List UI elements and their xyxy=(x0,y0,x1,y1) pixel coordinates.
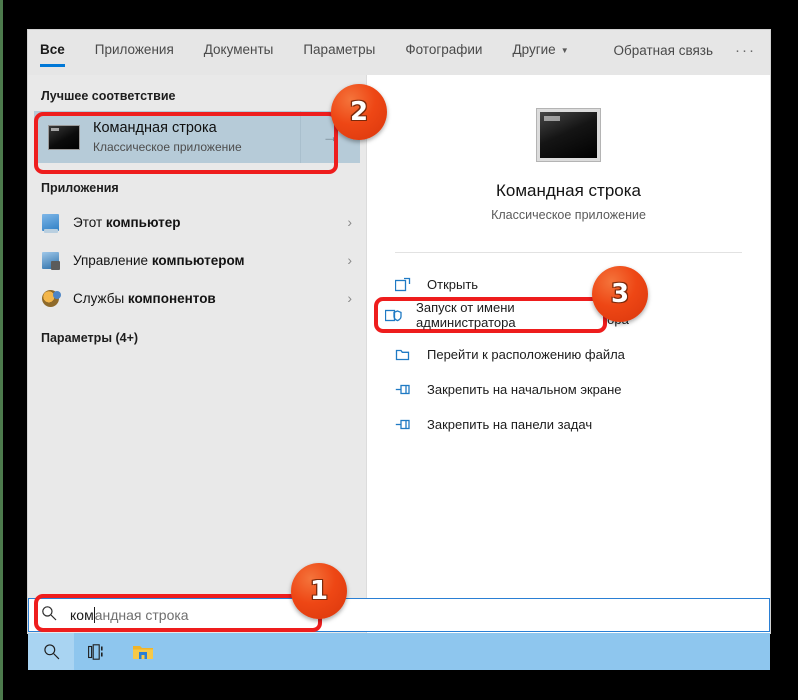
this-pc-icon xyxy=(42,213,59,233)
tab-more-label: Другие xyxy=(512,42,556,57)
tabbar-right-group: Обратная связь ··· xyxy=(614,42,770,59)
search-icon xyxy=(43,644,59,660)
annotation-admin-label-overlay: Запуск от имени администратора xyxy=(378,300,604,330)
flyout-body: Лучшее соответствие Командная строка Кла… xyxy=(28,75,770,633)
chevron-right-icon[interactable]: › xyxy=(347,290,352,306)
search-flyout: Все Приложения Документы Параметры Фотог… xyxy=(28,30,770,633)
annotation-badge-1: 1 xyxy=(291,563,347,619)
pin-icon xyxy=(395,417,413,433)
screenshot-root: Все Приложения Документы Параметры Фотог… xyxy=(0,0,798,700)
tab-more[interactable]: Другие ▼ xyxy=(512,42,568,67)
best-match-subtitle: Классическое приложение xyxy=(93,139,242,154)
settings-header: Параметры (4+) xyxy=(41,331,139,345)
open-window-icon xyxy=(395,277,413,293)
desktop-edge-strip xyxy=(0,0,3,700)
tab-photos-label: Фотографии xyxy=(405,42,483,57)
tab-all-label: Все xyxy=(40,42,65,57)
more-options-icon[interactable]: ··· xyxy=(735,42,756,59)
tab-settings-label: Параметры xyxy=(303,42,376,57)
list-item-this-pc[interactable]: Этот компьютер › xyxy=(28,203,366,241)
taskbar-task-view[interactable] xyxy=(74,633,120,670)
preview-icon-wrap xyxy=(367,75,770,161)
list-item-computer-management[interactable]: Управление компьютером › xyxy=(28,241,366,279)
results-pane: Лучшее соответствие Командная строка Кла… xyxy=(28,75,367,633)
best-match-header: Лучшее соответствие xyxy=(41,89,176,103)
computer-management-icon xyxy=(42,251,60,270)
tab-documents-label: Документы xyxy=(203,42,274,57)
action-pin-to-taskbar[interactable]: Закрепить на панели задач xyxy=(367,407,770,442)
taskbar-search[interactable] xyxy=(28,633,74,670)
file-explorer-icon xyxy=(133,646,153,659)
action-label: Открыть xyxy=(427,277,479,292)
list-item-label: Этот компьютер xyxy=(73,214,181,230)
best-match-title: Командная строка xyxy=(93,119,217,136)
folder-location-icon xyxy=(395,347,413,363)
list-item-label: Службы компонентов xyxy=(73,290,216,306)
list-item-component-services[interactable]: Службы компонентов › xyxy=(28,279,366,317)
tab-all[interactable]: Все xyxy=(40,42,65,67)
annotation-badge-3: 3 xyxy=(592,266,648,322)
search-input-text: ком андная строка xyxy=(70,607,189,623)
chevron-down-icon: ▼ xyxy=(560,45,569,55)
search-icon xyxy=(41,605,57,626)
chevron-right-icon[interactable]: › xyxy=(347,214,352,230)
component-services-icon xyxy=(42,289,61,307)
search-tabbar: Все Приложения Документы Параметры Фотог… xyxy=(28,30,770,75)
task-view-icon xyxy=(88,643,103,660)
tab-apps-label: Приложения xyxy=(94,42,174,57)
feedback-button[interactable]: Обратная связь xyxy=(614,43,713,58)
search-input[interactable]: ком андная строка xyxy=(28,598,770,632)
command-prompt-icon xyxy=(48,124,80,150)
action-open[interactable]: Открыть xyxy=(367,267,770,302)
taskbar xyxy=(28,633,770,670)
command-prompt-icon xyxy=(537,109,600,161)
apps-header: Приложения xyxy=(41,181,119,195)
preview-app-title: Командная строка xyxy=(495,181,642,200)
shield-admin-icon xyxy=(385,308,402,323)
action-label: Закрепить на начальном экране xyxy=(427,382,622,397)
action-pin-to-start[interactable]: Закрепить на начальном экране xyxy=(367,372,770,407)
action-label: Закрепить на панели задач xyxy=(427,417,593,432)
chevron-right-icon[interactable]: › xyxy=(347,252,352,268)
annotation-badge-2: 2 xyxy=(331,84,387,140)
list-item-label: Управление компьютером xyxy=(73,252,245,268)
search-typed-text: ком xyxy=(70,607,94,623)
tab-apps[interactable]: Приложения xyxy=(95,42,174,67)
taskbar-file-explorer[interactable] xyxy=(120,633,166,670)
action-label: Запуск от имени администратора xyxy=(416,300,516,330)
preview-pane: Командная строка Классическое приложение… xyxy=(367,75,770,633)
preview-app-subtitle: Классическое приложение xyxy=(491,208,646,222)
preview-actions: Открыть Запуск от имени администратора П… xyxy=(367,253,770,442)
tab-settings[interactable]: Параметры xyxy=(303,42,375,67)
best-match-text: Командная строка Классическое приложение xyxy=(93,120,242,155)
pin-icon xyxy=(395,382,413,398)
tab-documents[interactable]: Документы xyxy=(204,42,274,67)
search-suggestion-text: андная строка xyxy=(94,607,189,623)
tab-photos[interactable]: Фотографии xyxy=(405,42,482,67)
action-open-file-location[interactable]: Перейти к расположению файла xyxy=(367,337,770,372)
action-label: Перейти к расположению файла xyxy=(427,347,625,362)
best-match-result[interactable]: Командная строка Классическое приложение… xyxy=(34,111,360,163)
